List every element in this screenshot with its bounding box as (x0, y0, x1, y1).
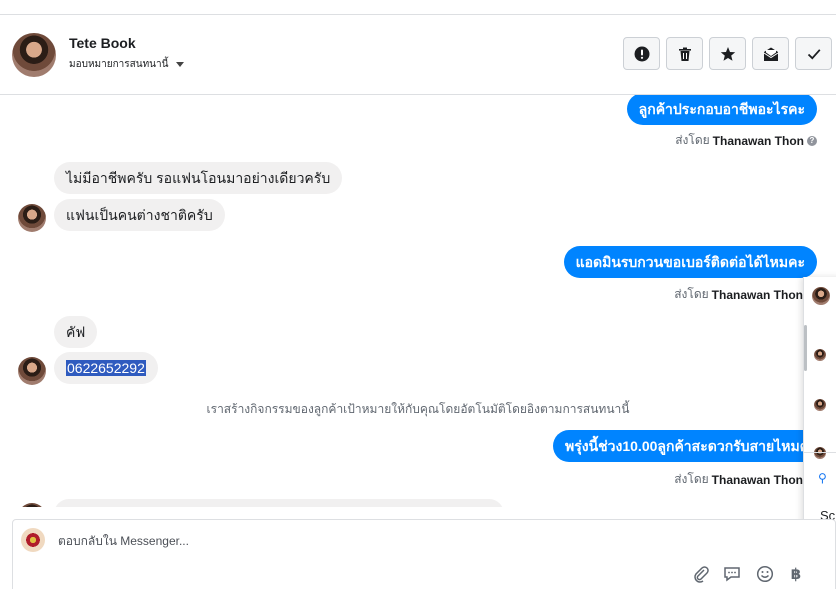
sender-name: Thanawan Thon (711, 472, 803, 487)
help-icon[interactable]: ? (807, 135, 817, 146)
chat-bubble-icon (724, 567, 740, 582)
system-note: เราสร้างกิจกรรมของลูกค้าเป้าหมายให้กับคุ… (206, 402, 630, 416)
sent-by-prefix: ส่งโดย (674, 287, 709, 301)
assign-conversation[interactable]: มอบหมายการสนทนานี้ (69, 57, 185, 72)
message-incoming-partial[interactable] (54, 499, 504, 507)
sender-name: Thanawan Thon (711, 287, 803, 302)
conversation-thread[interactable]: ลูกค้าประกอบอาชีพอะไรคะ ส่งโดย Thanawan … (0, 95, 836, 507)
assign-conversation-label: มอบหมายการสนทนานี้ (69, 59, 169, 70)
check-icon (807, 48, 820, 60)
saved-replies-button[interactable] (722, 564, 742, 584)
paperclip-icon (694, 566, 709, 583)
delete-button[interactable] (666, 37, 703, 70)
message-incoming[interactable]: คัฟ (54, 316, 98, 348)
side-scrollbar[interactable] (804, 325, 807, 371)
side-avatar[interactable] (814, 447, 826, 459)
alert-icon (634, 46, 649, 61)
emoji-button[interactable] (755, 564, 775, 584)
contact-name[interactable]: Tete Book (69, 35, 136, 51)
page-avatar (21, 528, 45, 552)
spam-button[interactable] (623, 37, 660, 70)
message-outgoing[interactable]: ลูกค้าประกอบอาชีพอะไรคะ (626, 95, 817, 125)
contact-avatar[interactable] (12, 33, 56, 77)
phone-number[interactable]: 0622652292 (66, 360, 146, 376)
message-outgoing[interactable]: พรุ่งนี้ช่วง10.00ลูกค้าสะดวกรับสายไหมคะ (553, 430, 829, 462)
contact-avatar-small (18, 503, 46, 507)
baht-icon: ฿ (790, 566, 802, 583)
side-avatar[interactable] (812, 287, 830, 305)
sender-name: Thanawan Thon (712, 133, 804, 148)
trash-icon (678, 47, 691, 61)
sent-by-label: ส่งโดย Thanawan Thon (674, 470, 803, 489)
smiley-icon (756, 565, 774, 583)
star-button[interactable] (709, 37, 746, 70)
reply-composer: ฿ (12, 519, 836, 589)
message-incoming-phone[interactable]: 0622652292 (54, 352, 158, 384)
sent-by-prefix: ส่งโดย (675, 133, 710, 147)
message-incoming[interactable]: แฟนเป็นคนต่างชาติครับ (54, 199, 225, 231)
contact-avatar-small (18, 204, 46, 232)
sent-by-label: ส่งโดย Thanawan Thon (674, 285, 803, 304)
mark-unread-button[interactable] (752, 37, 789, 70)
payment-button[interactable]: ฿ (786, 564, 806, 584)
attach-button[interactable] (691, 564, 711, 584)
message-incoming[interactable]: ไม่มีอาชีพครับ รอแฟนโอนมาอย่างเดียวครับ (54, 162, 343, 194)
contact-avatar-small (18, 357, 46, 385)
side-divider (804, 452, 836, 453)
sent-by-label: ส่งโดย Thanawan Thon ? (675, 131, 817, 150)
mark-done-button[interactable] (795, 37, 832, 70)
link-icon[interactable]: ⚲ (818, 471, 827, 485)
side-avatar[interactable] (814, 399, 826, 411)
side-avatar[interactable] (814, 349, 826, 361)
message-outgoing[interactable]: แอดมินรบกวนขอเบอร์ติดต่อได้ไหมคะ (563, 246, 817, 278)
sent-by-prefix: ส่งโดย (674, 472, 709, 486)
reply-input[interactable] (58, 534, 658, 548)
caret-down-icon (176, 62, 185, 67)
mail-icon (763, 47, 778, 61)
star-icon (720, 46, 735, 61)
conversation-header: Tete Book มอบหมายการสนทนานี้ (0, 15, 836, 95)
